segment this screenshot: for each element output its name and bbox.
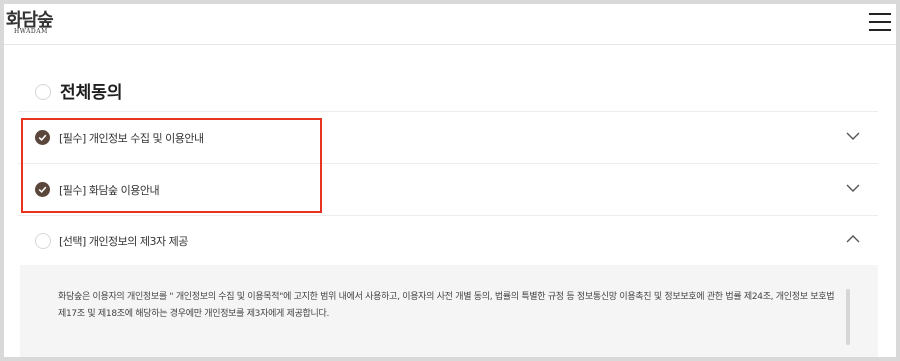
consent-item-hwadam-guide[interactable]: [필수] 화담숲 이용안내 [18, 164, 878, 216]
consent-section: 전체동의 [필수] 개인정보 수집 및 이용안내 [필수] 화담숲 이용안내 [… [18, 64, 878, 357]
consent-item-third-party[interactable]: [선택] 개인정보의 제3자 제공 [18, 215, 878, 266]
consent-detail-panel: 화담숲은 이용자의 개인정보를 " 개인정보의 수집 및 이용목적"에 고지한 … [20, 265, 878, 357]
page-frame: 화담숲 HWADAM 전체동의 [필수] 개인정보 수집 및 이용안내 [필수]… [4, 4, 896, 357]
header: 화담숲 HWADAM [4, 4, 896, 45]
consent-item-label: [선택] 개인정보의 제3자 제공 [59, 235, 188, 248]
all-agree-checkbox[interactable] [35, 84, 51, 100]
hamburger-menu-icon[interactable] [868, 10, 892, 34]
checked-icon[interactable] [35, 182, 50, 197]
consent-detail-text: 화담숲은 이용자의 개인정보를 " 개인정보의 수집 및 이용목적"에 고지한 … [58, 292, 835, 319]
checked-icon[interactable] [35, 130, 50, 145]
consent-item-privacy-collection[interactable]: [필수] 개인정보 수집 및 이용안내 [18, 112, 878, 164]
all-agree-label: 전체동의 [60, 83, 123, 103]
unchecked-checkbox[interactable] [35, 233, 51, 249]
consent-item-label: [필수] 개인정보 수집 및 이용안내 [59, 132, 204, 145]
detail-scrollbar[interactable] [846, 289, 850, 345]
chevron-down-icon[interactable] [846, 183, 860, 193]
consent-item-label: [필수] 화담숲 이용안내 [59, 184, 160, 197]
logo-subtext: HWADAM [14, 28, 48, 35]
logo[interactable]: 화담숲 HWADAM [6, 6, 66, 40]
chevron-up-icon[interactable] [846, 234, 860, 244]
all-agree-row[interactable]: 전체동의 [18, 64, 878, 112]
chevron-down-icon[interactable] [846, 131, 860, 141]
